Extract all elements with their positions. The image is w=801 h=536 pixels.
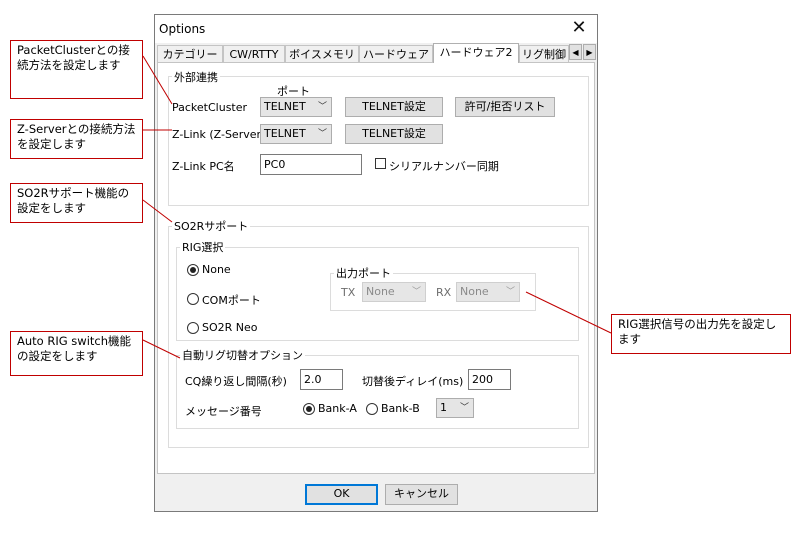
connector-autorig [142,339,181,359]
connector-rigsignal [525,291,612,334]
annotation-packetcluster: PacketClusterとの接続方法を設定します [10,40,143,99]
annotation-so2r: SO2Rサポート機能の設定をします [10,183,143,223]
annotation-rig-signal: RIG選択信号の出力先を設定します [611,314,791,354]
connector-so2r [142,199,173,223]
tab-hardware2[interactable]: ハードウェア2 [433,43,519,63]
annotation-zserver: Z-Serverとの接続方法を設定します [10,119,143,159]
annotation-autorig: Auto RIG switch機能の設定をします [10,331,143,376]
connector-packet [142,55,173,105]
